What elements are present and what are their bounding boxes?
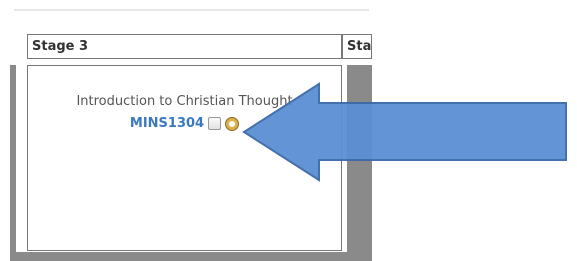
annotation-arrow — [242, 82, 567, 182]
arrow-left-icon — [242, 82, 567, 182]
